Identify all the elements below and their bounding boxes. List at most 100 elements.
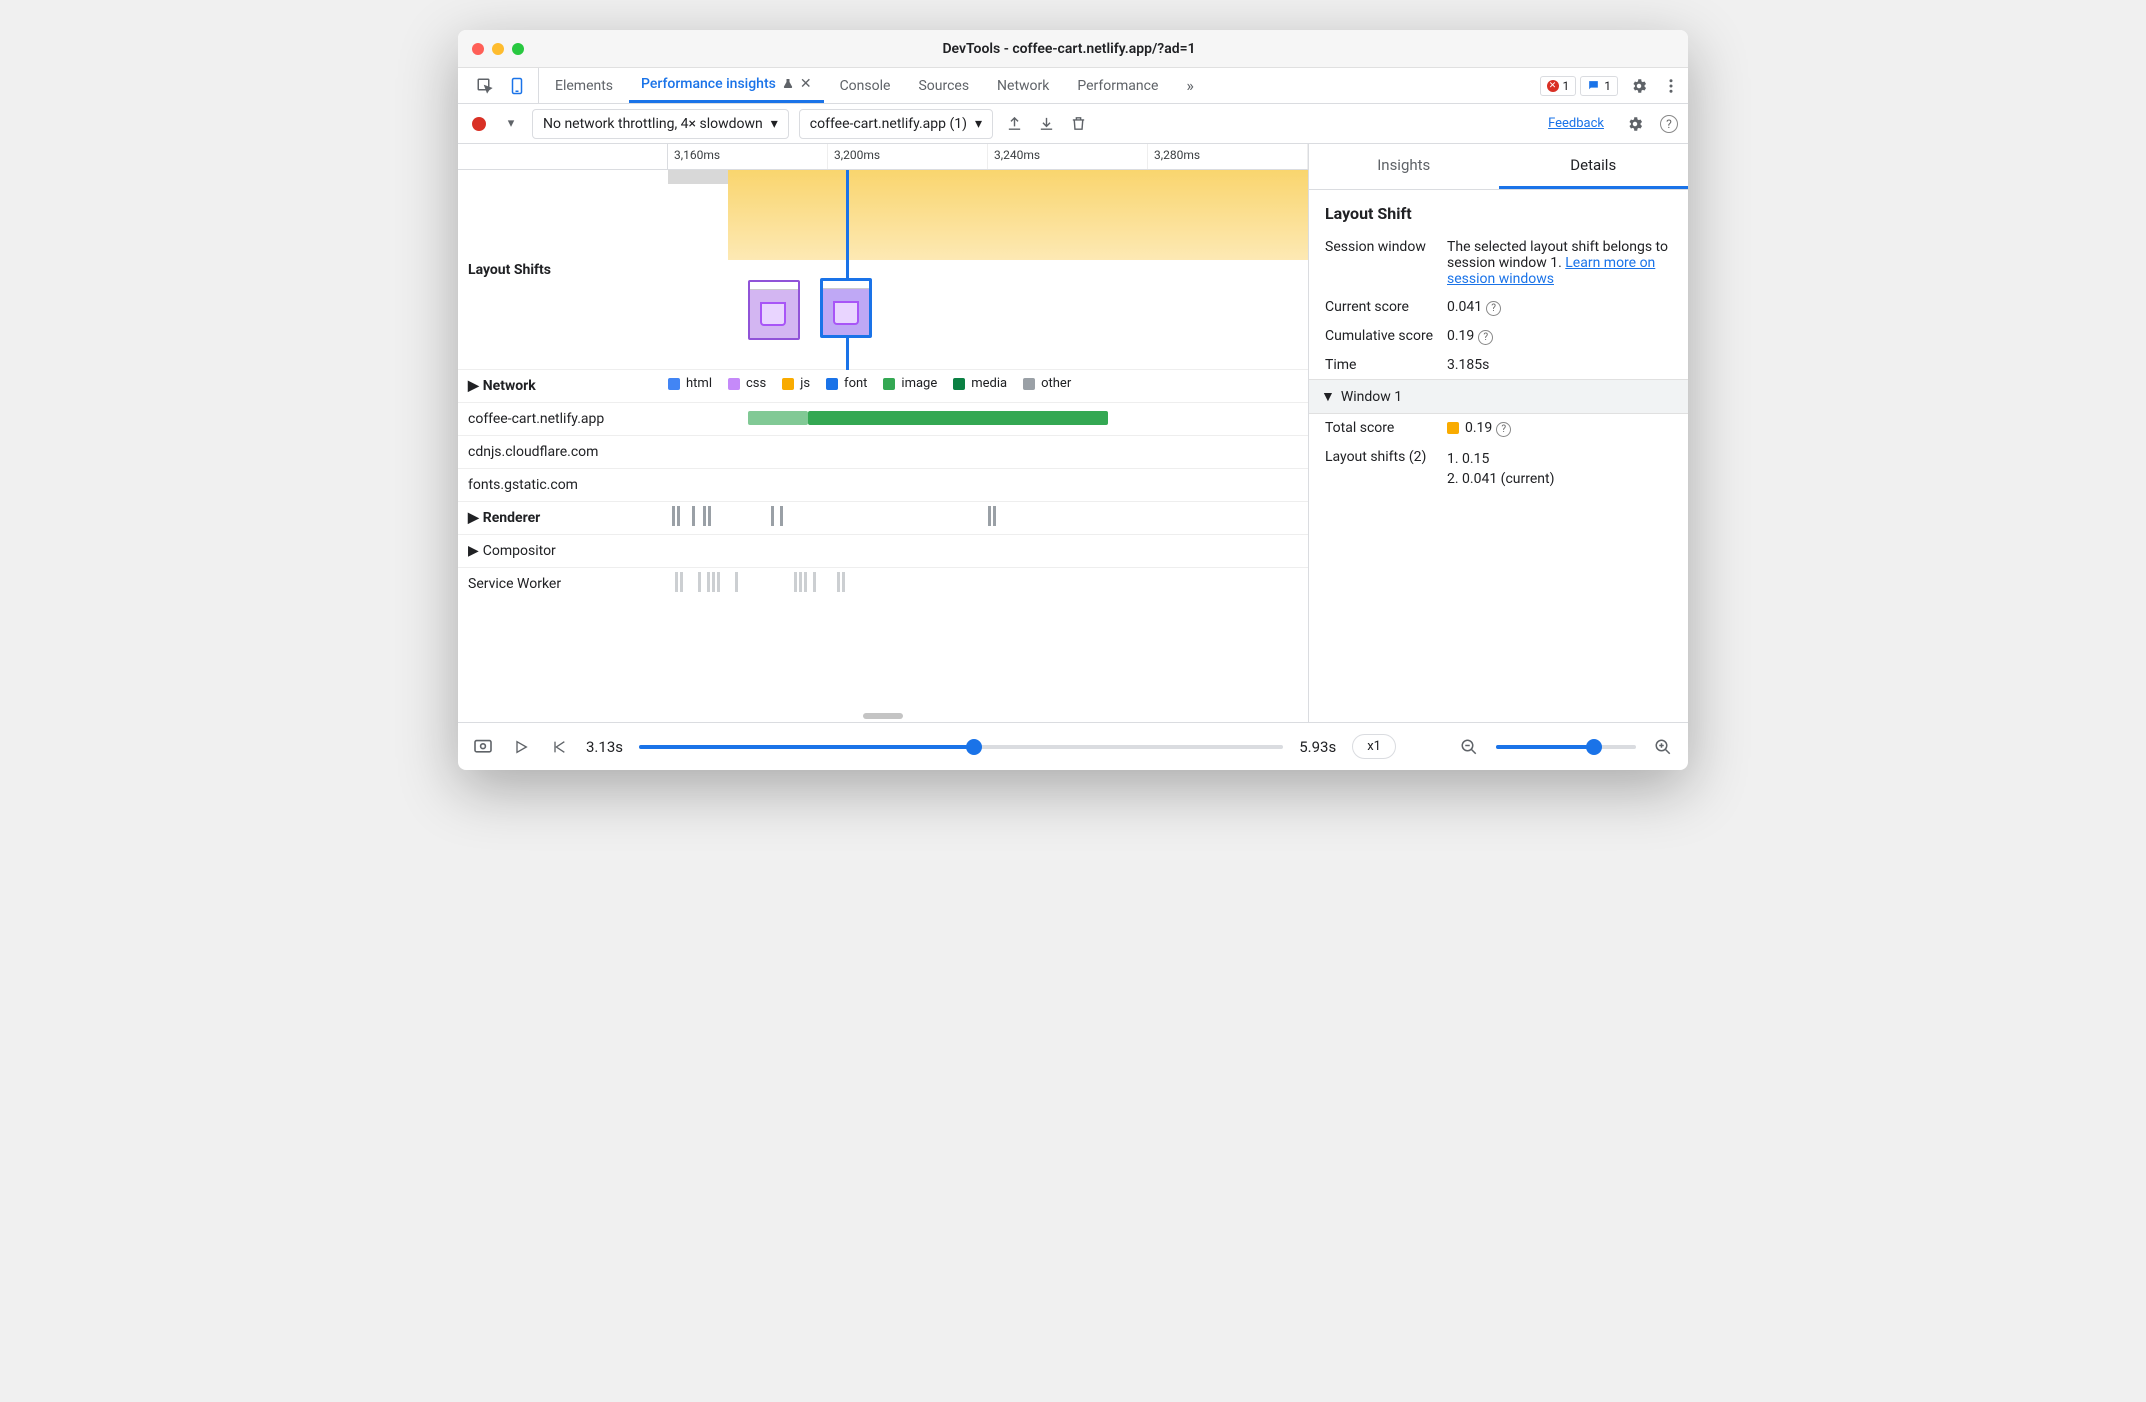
record-menu-caret[interactable]: ▾ — [500, 113, 522, 135]
layout-shift-item[interactable]: 1. 0.15 — [1447, 449, 1672, 469]
legend-item: js — [782, 376, 810, 391]
compositor-label: Compositor — [483, 543, 556, 559]
help-icon[interactable]: ? — [1486, 301, 1501, 316]
legend-item: html — [668, 376, 712, 391]
ruler-tick: 3,280ms — [1148, 144, 1308, 169]
throttling-label: No network throttling, 4× slowdown — [543, 116, 763, 132]
error-icon: ✕ — [1547, 80, 1559, 92]
current-score-label: Current score — [1325, 299, 1435, 315]
playback-footer: 3.13s 5.93s x1 — [458, 722, 1688, 770]
legend-item: media — [953, 376, 1007, 391]
total-score-value: 0.19 — [1465, 420, 1492, 436]
network-host-label: fonts.gstatic.com — [458, 469, 668, 501]
compositor-expand[interactable]: ▶ Compositor — [458, 535, 668, 567]
help-icon[interactable]: ? — [1496, 422, 1511, 437]
legend-item: image — [883, 376, 937, 391]
layout-shift-thumb-2-selected[interactable] — [820, 278, 872, 342]
renderer-label: Renderer — [483, 510, 541, 526]
total-score-label: Total score — [1325, 420, 1435, 436]
details-panel: › Insights Details Layout Shift Session … — [1308, 144, 1688, 722]
layout-shift-item[interactable]: 2. 0.041 (current) — [1447, 469, 1672, 489]
network-lane[interactable] — [668, 436, 1308, 468]
tab-performance-insights[interactable]: Performance insights ✕ — [629, 68, 824, 103]
network-row: fonts.gstatic.com — [458, 469, 1308, 502]
network-label: Network — [483, 378, 536, 394]
import-icon[interactable] — [1035, 113, 1057, 135]
play-button[interactable] — [510, 736, 532, 758]
cumulative-score-value: 0.19 — [1447, 328, 1474, 344]
issues-count: 1 — [1604, 79, 1611, 93]
session-window-label: Session window — [1325, 239, 1435, 255]
tab-label: Network — [997, 78, 1049, 94]
current-score-value: 0.041 — [1447, 299, 1482, 315]
issue-icon — [1587, 79, 1600, 92]
record-button[interactable] — [468, 113, 490, 135]
titlebar: DevTools - coffee-cart.netlify.app/?ad=1 — [458, 30, 1688, 68]
recording-select[interactable]: coffee-cart.netlify.app (1)▾ — [799, 109, 993, 139]
throttling-select[interactable]: No network throttling, 4× slowdown▾ — [532, 109, 789, 139]
ruler-tick: 3,160ms — [668, 144, 828, 169]
layout-shifts-lane[interactable] — [668, 170, 1308, 370]
network-expand[interactable]: ▶ Network — [458, 370, 668, 402]
zoom-slider[interactable] — [1496, 745, 1636, 749]
export-icon[interactable] — [1003, 113, 1025, 135]
skip-back-button[interactable] — [548, 736, 570, 758]
settings-icon[interactable] — [1628, 75, 1650, 97]
window-title: DevTools - coffee-cart.netlify.app/?ad=1 — [524, 41, 1614, 57]
playhead-slider[interactable] — [639, 745, 1283, 749]
device-toggle-icon[interactable] — [506, 75, 528, 97]
close-window-button[interactable] — [472, 43, 484, 55]
legend-item: css — [728, 376, 766, 391]
preview-toggle-icon[interactable] — [472, 736, 494, 758]
tab-label: Performance — [1077, 78, 1158, 94]
tab-label: Console — [840, 78, 891, 94]
inspect-element-icon[interactable] — [474, 75, 496, 97]
more-icon[interactable] — [1660, 75, 1682, 97]
panel-settings-icon[interactable] — [1624, 113, 1646, 135]
errors-count: 1 — [1563, 79, 1570, 93]
compositor-row: ▶ Compositor — [458, 535, 1308, 568]
network-lane[interactable] — [668, 403, 1308, 435]
errors-badge[interactable]: ✕ 1 — [1540, 76, 1577, 96]
network-lane[interactable] — [668, 469, 1308, 501]
tab-console[interactable]: Console — [828, 68, 903, 103]
tab-network[interactable]: Network — [985, 68, 1061, 103]
zoom-out-icon[interactable] — [1458, 736, 1480, 758]
window-controls — [472, 43, 524, 55]
tab-performance[interactable]: Performance — [1065, 68, 1170, 103]
tab-label: Performance insights — [641, 76, 776, 92]
tabs-overflow-button[interactable]: » — [1174, 68, 1206, 103]
renderer-lane — [668, 502, 1308, 534]
renderer-row: ▶ Renderer — [458, 502, 1308, 535]
layout-shifts-row: Layout Shifts — [458, 170, 1308, 370]
tab-sources[interactable]: Sources — [906, 68, 981, 103]
close-tab-icon[interactable]: ✕ — [800, 76, 812, 92]
issues-badge[interactable]: 1 — [1580, 76, 1618, 96]
window-1-header[interactable]: ▼ Window 1 — [1309, 379, 1688, 414]
playback-speed[interactable]: x1 — [1352, 734, 1396, 759]
feedback-link[interactable]: Feedback — [1548, 116, 1604, 131]
flask-icon — [782, 78, 794, 90]
zoom-in-icon[interactable] — [1652, 736, 1674, 758]
horizontal-scroll-thumb[interactable] — [863, 713, 903, 719]
help-icon[interactable]: ? — [1656, 113, 1678, 135]
legend-item: font — [826, 376, 867, 391]
maximize-window-button[interactable] — [512, 43, 524, 55]
renderer-expand[interactable]: ▶ Renderer — [458, 502, 668, 534]
minimize-window-button[interactable] — [492, 43, 504, 55]
tab-elements[interactable]: Elements — [543, 68, 625, 103]
insights-tab[interactable]: Insights — [1309, 144, 1499, 189]
ruler-tick: 3,200ms — [828, 144, 988, 169]
help-icon[interactable]: ? — [1478, 330, 1493, 345]
timeline-ruler: 3,160ms3,200ms3,240ms3,280ms — [458, 144, 1308, 170]
network-host-label: coffee-cart.netlify.app — [458, 403, 668, 435]
details-tab[interactable]: Details — [1499, 144, 1689, 189]
network-host-label: cdnjs.cloudflare.com — [458, 436, 668, 468]
panel-tabs: Elements Performance insights ✕ Console … — [458, 68, 1688, 104]
layout-shifts-label: Layout Shifts — [468, 262, 551, 278]
playhead-end-time: 5.93s — [1299, 738, 1336, 756]
score-swatch — [1447, 422, 1459, 434]
layout-shift-thumb-1[interactable] — [748, 280, 800, 344]
delete-icon[interactable] — [1067, 113, 1089, 135]
cumulative-score-label: Cumulative score — [1325, 328, 1435, 344]
